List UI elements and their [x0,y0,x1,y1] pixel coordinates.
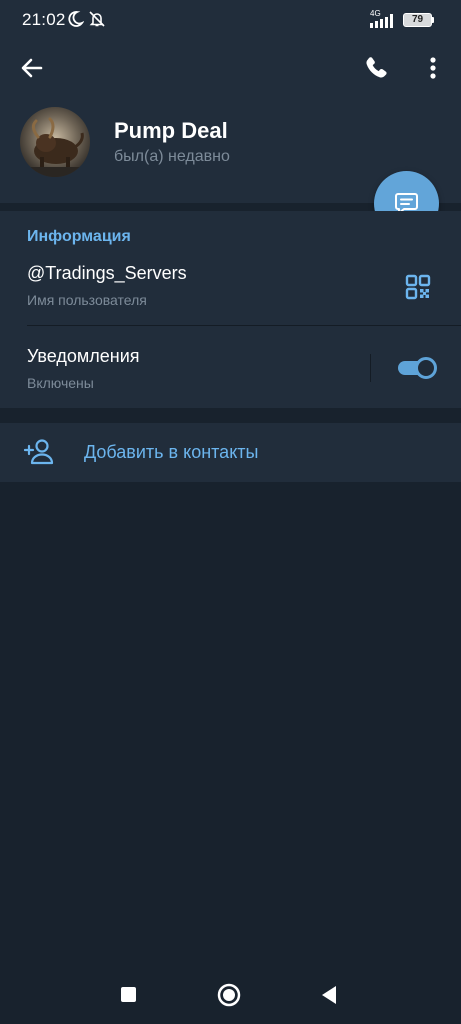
add-contact-label: Добавить в контакты [84,442,259,462]
status-time: 21:02 [22,10,66,29]
username-caption: Имя пользователя [27,292,147,308]
avatar[interactable] [20,107,90,177]
back-triangle-icon [322,986,336,1004]
qr-code-button[interactable] [405,274,431,300]
username-value[interactable]: @Tradings_Servers [27,263,187,284]
more-vertical-icon [430,57,436,79]
status-bar: 21:02 4G 79 [0,0,461,40]
info-section-title: Информация [27,228,131,245]
notifications-state: Включены [27,375,94,391]
toggle-knob [415,357,437,379]
back-button[interactable] [14,50,50,86]
back-arrow-icon [21,58,43,78]
info-section: Информация @Tradings_Servers Имя пользов… [0,211,461,408]
profile-last-seen: был(а) недавно [114,148,230,165]
system-back-button[interactable] [320,985,338,1010]
vertical-divider [370,354,371,382]
profile-name: Pump Deal [114,118,228,143]
phone-icon [366,57,387,78]
signal-icon [370,14,398,33]
home-circle-icon [217,983,241,1007]
add-contact-button[interactable]: Добавить в контакты [0,423,461,482]
more-button[interactable] [415,50,451,86]
home-button[interactable] [217,983,241,1012]
system-navigation-bar [0,970,461,1024]
bull-avatar-image [20,107,90,177]
notifications-label: Уведомления [27,346,140,366]
add-user-icon [23,438,54,471]
battery-tip [432,17,434,23]
row-divider [27,325,461,326]
moon-icon [66,10,85,33]
bell-off-icon [88,10,106,33]
notifications-toggle[interactable] [396,357,437,379]
battery-indicator: 79 [403,13,432,27]
recent-apps-button[interactable] [121,987,136,1002]
call-button[interactable] [358,50,394,86]
profile-header: 21:02 4G 79 Pump Deal был(а) недавно [0,0,461,203]
qr-code-icon [405,274,431,300]
